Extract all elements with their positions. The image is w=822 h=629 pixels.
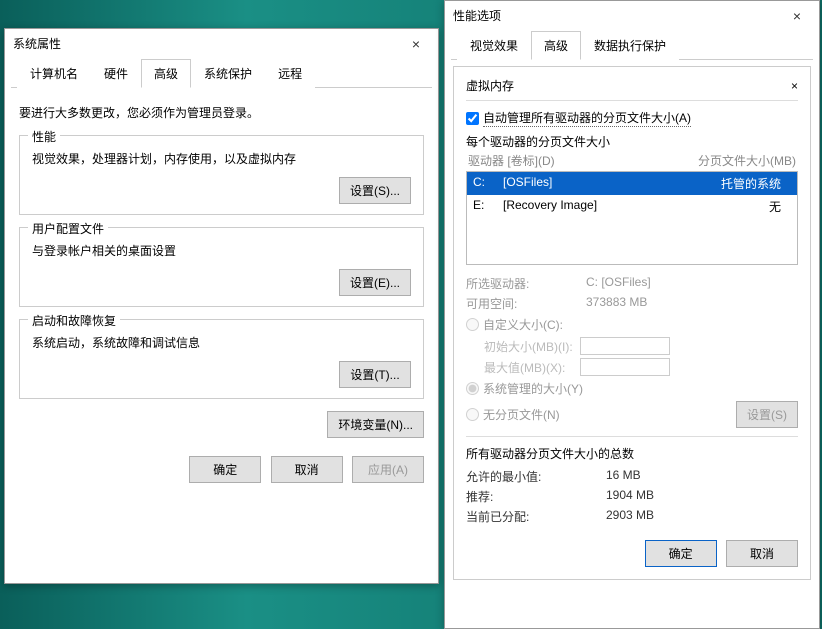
selected-drive-value: C: [OSFiles] <box>586 275 651 292</box>
no-paging-radio <box>466 408 479 421</box>
current-allocated-label: 当前已分配: <box>466 508 606 525</box>
group-startup-recovery: 启动和故障恢复 系统启动，系统故障和调试信息 设置(T)... <box>19 319 424 399</box>
tab-visual-effects[interactable]: 视觉效果 <box>457 31 531 60</box>
system-properties-title: 系统属性 <box>13 35 61 52</box>
no-paging-label: 无分页文件(N) <box>483 406 560 423</box>
apply-button[interactable]: 应用(A) <box>352 456 424 483</box>
recommended-value: 1904 MB <box>606 488 654 505</box>
virtual-memory-dialog: 虚拟内存 × 自动管理所有驱动器的分页文件大小(A) 每个驱动器的分页文件大小 … <box>453 66 811 580</box>
tab-perf-advanced[interactable]: 高级 <box>531 31 581 60</box>
cancel-button[interactable]: 取消 <box>271 456 343 483</box>
min-allowed-value: 16 MB <box>606 468 641 485</box>
system-properties-tabs: 计算机名 硬件 高级 系统保护 远程 <box>11 58 432 88</box>
performance-options-window: 性能选项 × 视觉效果 高级 数据执行保护 虚拟内存 × 自动管理所有驱动器的分… <box>444 0 820 629</box>
close-icon[interactable]: × <box>402 36 430 52</box>
set-button: 设置(S) <box>736 401 798 428</box>
free-space-label: 可用空间: <box>466 295 586 312</box>
admin-notice: 要进行大多数更改，您必须作为管理员登录。 <box>19 104 424 121</box>
tab-dep[interactable]: 数据执行保护 <box>581 31 679 60</box>
group-user-profiles: 用户配置文件 与登录帐户相关的桌面设置 设置(E)... <box>19 227 424 307</box>
group-startup-recovery-desc: 系统启动，系统故障和调试信息 <box>32 334 411 351</box>
performance-options-tabs: 视觉效果 高级 数据执行保护 <box>451 30 813 60</box>
per-drive-label: 每个驱动器的分页文件大小 <box>466 133 798 150</box>
max-size-label: 最大值(MB)(X): <box>484 359 574 376</box>
group-performance: 性能 视觉效果，处理器计划，内存使用，以及虚拟内存 设置(S)... <box>19 135 424 215</box>
system-managed-radio <box>466 382 479 395</box>
system-properties-titlebar: 系统属性 × <box>5 29 438 58</box>
environment-variables-button[interactable]: 环境变量(N)... <box>327 411 424 438</box>
free-space-value: 373883 MB <box>586 295 647 312</box>
drive-row-c[interactable]: C: [OSFiles] 托管的系统 <box>467 172 797 195</box>
group-startup-recovery-title: 启动和故障恢复 <box>28 312 120 329</box>
group-user-profiles-title: 用户配置文件 <box>28 220 108 237</box>
initial-size-input <box>580 337 670 355</box>
auto-manage-label: 自动管理所有驱动器的分页文件大小(A) <box>483 109 691 127</box>
ok-button[interactable]: 确定 <box>189 456 261 483</box>
recommended-label: 推荐: <box>466 488 606 505</box>
user-profiles-settings-button[interactable]: 设置(E)... <box>339 269 411 296</box>
vm-cancel-button[interactable]: 取消 <box>726 540 798 567</box>
system-properties-content: 要进行大多数更改，您必须作为管理员登录。 性能 视觉效果，处理器计划，内存使用，… <box>5 88 438 448</box>
performance-options-title: 性能选项 <box>453 7 501 24</box>
group-performance-desc: 视觉效果，处理器计划，内存使用，以及虚拟内存 <box>32 150 411 167</box>
totals-label: 所有驱动器分页文件大小的总数 <box>466 445 798 462</box>
custom-size-label: 自定义大小(C): <box>483 316 563 333</box>
system-properties-window: 系统属性 × 计算机名 硬件 高级 系统保护 远程 要进行大多数更改，您必须作为… <box>4 28 439 584</box>
tab-advanced[interactable]: 高级 <box>141 59 191 88</box>
vm-ok-button[interactable]: 确定 <box>645 540 717 567</box>
system-managed-label: 系统管理的大小(Y) <box>483 380 583 397</box>
max-size-input <box>580 358 670 376</box>
tab-system-protection[interactable]: 系统保护 <box>191 59 265 88</box>
performance-options-titlebar: 性能选项 × <box>445 1 819 30</box>
current-allocated-value: 2903 MB <box>606 508 654 525</box>
startup-settings-button[interactable]: 设置(T)... <box>339 361 411 388</box>
group-performance-title: 性能 <box>28 128 60 145</box>
group-user-profiles-desc: 与登录帐户相关的桌面设置 <box>32 242 411 259</box>
virtual-memory-title: 虚拟内存 <box>466 77 514 94</box>
selected-drive-label: 所选驱动器: <box>466 275 586 292</box>
close-icon[interactable]: × <box>783 8 811 24</box>
tab-remote[interactable]: 远程 <box>265 59 315 88</box>
drive-list[interactable]: C: [OSFiles] 托管的系统 E: [Recovery Image] 无 <box>466 171 798 265</box>
min-allowed-label: 允许的最小值: <box>466 468 606 485</box>
custom-size-radio <box>466 318 479 331</box>
size-header: 分页文件大小(MB) <box>698 152 796 169</box>
tab-computer-name[interactable]: 计算机名 <box>17 59 91 88</box>
drive-row-e[interactable]: E: [Recovery Image] 无 <box>467 195 797 218</box>
drive-header: 驱动器 [卷标](D) <box>468 152 555 169</box>
system-properties-buttons: 确定 取消 应用(A) <box>5 448 438 495</box>
tab-hardware[interactable]: 硬件 <box>91 59 141 88</box>
close-icon[interactable]: × <box>791 79 798 93</box>
auto-manage-checkbox[interactable] <box>466 112 479 125</box>
initial-size-label: 初始大小(MB)(I): <box>484 338 574 355</box>
performance-settings-button[interactable]: 设置(S)... <box>339 177 411 204</box>
